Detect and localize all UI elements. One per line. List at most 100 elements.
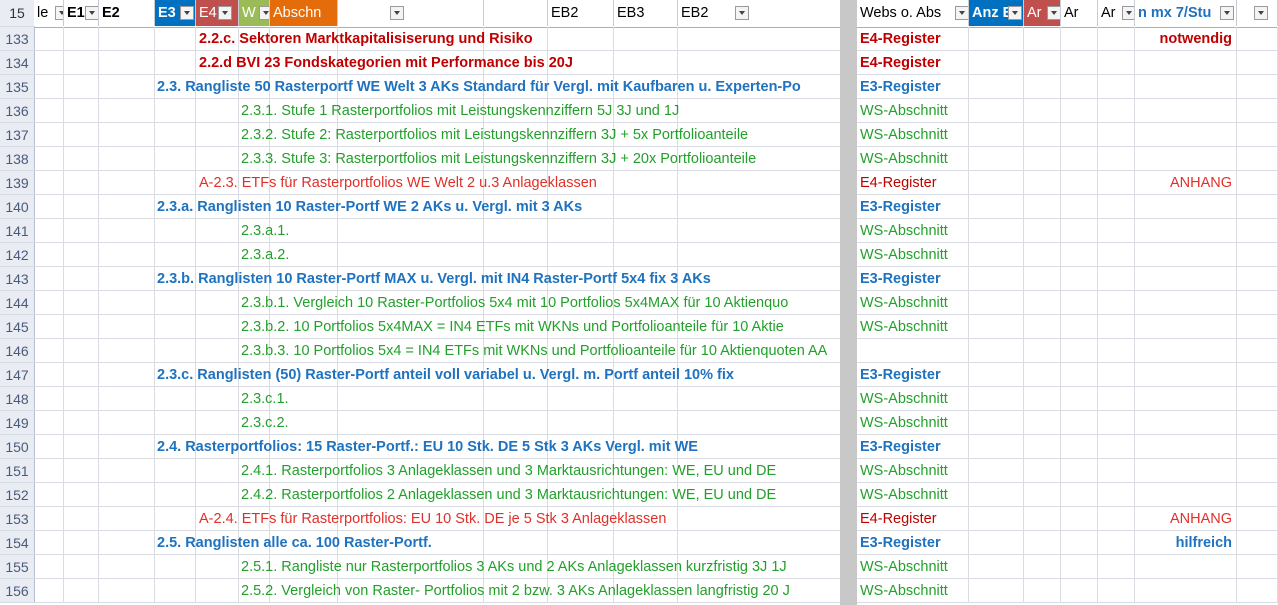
grid-cell[interactable] [1237, 363, 1278, 387]
grid-cell[interactable] [155, 507, 196, 531]
row-number[interactable]: 149 [0, 411, 35, 435]
grid-cell[interactable] [99, 51, 155, 75]
grid-cell[interactable] [155, 123, 196, 147]
column-header[interactable] [338, 0, 484, 26]
grid-cell[interactable] [64, 99, 99, 123]
grid-cell[interactable] [1098, 435, 1135, 459]
grid-cell[interactable] [99, 315, 155, 339]
grid-cell[interactable] [196, 147, 239, 171]
grid-cell[interactable] [196, 315, 239, 339]
register-type[interactable]: E3-Register [860, 75, 968, 99]
grid-cell[interactable] [1237, 147, 1278, 171]
row-number[interactable]: 138 [0, 147, 35, 171]
grid-cell[interactable] [99, 171, 155, 195]
grid-cell[interactable] [1098, 387, 1135, 411]
grid-cell[interactable] [34, 75, 64, 99]
grid-cell[interactable] [1135, 99, 1237, 123]
row-number[interactable]: 142 [0, 243, 35, 267]
grid-cell[interactable] [1135, 483, 1237, 507]
section-title[interactable]: A-2.4. ETFs für Rasterportfolios: EU 10 … [199, 507, 840, 531]
grid-cell[interactable] [34, 435, 64, 459]
row-number[interactable]: 139 [0, 171, 35, 195]
grid-cell[interactable] [1024, 459, 1061, 483]
grid-cell[interactable] [1098, 363, 1135, 387]
grid-cell[interactable] [196, 579, 239, 603]
grid-cell[interactable] [1061, 171, 1098, 195]
register-type[interactable]: WS-Abschnitt [860, 123, 968, 147]
grid-cell[interactable] [155, 243, 196, 267]
grid-cell[interactable] [1135, 387, 1237, 411]
grid-cell[interactable] [1098, 483, 1135, 507]
grid-cell[interactable] [1135, 291, 1237, 315]
grid-cell[interactable] [1237, 75, 1278, 99]
grid-cell[interactable] [34, 483, 64, 507]
grid-cell[interactable] [1098, 51, 1135, 75]
grid-cell[interactable] [1098, 315, 1135, 339]
row-number[interactable]: 140 [0, 195, 35, 219]
grid-cell[interactable] [1061, 243, 1098, 267]
register-type[interactable]: WS-Abschnitt [860, 147, 968, 171]
grid-cell[interactable] [99, 267, 155, 291]
section-title[interactable]: 2.3.c. Ranglisten (50) Raster-Portf ante… [157, 363, 840, 387]
filter-dropdown-icon[interactable] [955, 6, 968, 20]
grid-cell[interactable] [1237, 195, 1278, 219]
register-type[interactable]: WS-Abschnitt [860, 459, 968, 483]
grid-cell[interactable] [64, 507, 99, 531]
grid-cell[interactable] [1237, 291, 1278, 315]
grid-cell[interactable] [34, 243, 64, 267]
filter-dropdown-icon[interactable] [85, 6, 98, 20]
section-title[interactable]: 2.3.1. Stufe 1 Rasterportfolios mit Leis… [241, 99, 840, 123]
grid-cell[interactable] [155, 171, 196, 195]
column-header[interactable]: n mx 7/Stu [1135, 0, 1237, 26]
grid-cell[interactable] [64, 123, 99, 147]
grid-cell[interactable] [1098, 555, 1135, 579]
grid-cell[interactable] [155, 459, 196, 483]
grid-cell[interactable] [1098, 195, 1135, 219]
row-number[interactable]: 155 [0, 555, 35, 579]
grid-cell[interactable] [155, 483, 196, 507]
filter-dropdown-icon[interactable] [1122, 6, 1134, 20]
grid-cell[interactable] [1061, 459, 1098, 483]
grid-cell[interactable] [1135, 147, 1237, 171]
row-number[interactable]: 136 [0, 99, 35, 123]
column-header[interactable]: le [34, 0, 64, 26]
section-title[interactable]: 2.3.b.3. 10 Portfolios 5x4 = IN4 ETFs mi… [241, 339, 1000, 363]
row-number[interactable]: 153 [0, 507, 35, 531]
column-header[interactable]: Ar [1024, 0, 1061, 26]
grid-cell[interactable] [969, 27, 1024, 51]
section-title[interactable]: 2.4.1. Rasterportfolios 3 Anlageklassen … [241, 459, 840, 483]
grid-cell[interactable] [1098, 123, 1135, 147]
header-row-number[interactable]: 15 [0, 0, 35, 27]
column-header[interactable] [1237, 0, 1278, 26]
grid-cell[interactable] [1237, 339, 1278, 363]
register-type[interactable]: E3-Register [860, 195, 968, 219]
grid-cell[interactable] [64, 147, 99, 171]
grid-cell[interactable] [1135, 339, 1237, 363]
grid-cell[interactable] [99, 411, 155, 435]
section-title[interactable]: 2.2.d BVI 23 Fondskategorien mit Perform… [199, 51, 840, 75]
section-title[interactable]: 2.5.2. Vergleich von Raster- Portfolios … [241, 579, 840, 603]
grid-cell[interactable] [1098, 267, 1135, 291]
register-type[interactable]: E4-Register [860, 507, 968, 531]
grid-cell[interactable] [155, 315, 196, 339]
grid-cell[interactable] [1098, 291, 1135, 315]
grid-cell[interactable] [1024, 339, 1061, 363]
section-title[interactable]: 2.3.a. Ranglisten 10 Raster-Portf WE 2 A… [157, 195, 840, 219]
grid-cell[interactable] [99, 435, 155, 459]
grid-cell[interactable] [99, 459, 155, 483]
column-header[interactable]: Anz E [969, 0, 1024, 26]
grid-cell[interactable] [196, 555, 239, 579]
row-number[interactable]: 145 [0, 315, 35, 339]
grid-cell[interactable] [155, 555, 196, 579]
grid-cell[interactable] [1024, 51, 1061, 75]
grid-cell[interactable] [34, 339, 64, 363]
grid-cell[interactable] [99, 99, 155, 123]
grid-cell[interactable] [1135, 411, 1237, 435]
register-type[interactable]: E4-Register [860, 27, 968, 51]
grid-cell[interactable] [64, 267, 99, 291]
grid-cell[interactable] [1237, 387, 1278, 411]
filter-dropdown-icon[interactable] [1047, 6, 1060, 20]
grid-cell[interactable] [1098, 219, 1135, 243]
grid-cell[interactable] [1237, 411, 1278, 435]
row-number[interactable]: 154 [0, 531, 35, 555]
